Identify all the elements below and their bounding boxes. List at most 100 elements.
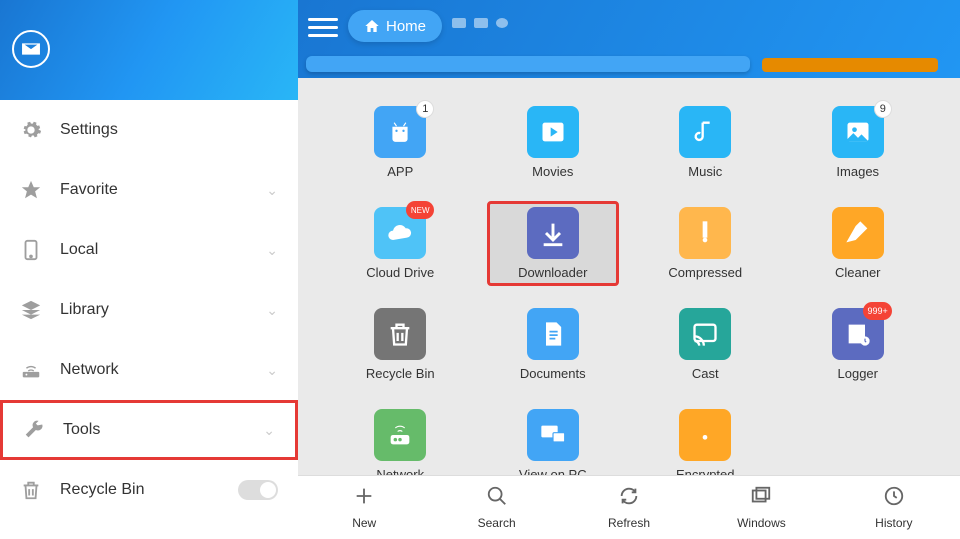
refresh-icon (618, 485, 640, 512)
lock-icon (679, 409, 731, 461)
grid-item-label: Cloud Drive (366, 265, 434, 280)
network-icon (20, 359, 42, 381)
broom-icon (832, 207, 884, 259)
sidebar-item-tools[interactable]: Tools ⌄ (0, 400, 298, 460)
layers-icon (20, 299, 42, 321)
doc-icon (527, 308, 579, 360)
sidebar-item-library[interactable]: Library ⌄ (0, 280, 298, 340)
bottom-search[interactable]: Search (430, 476, 562, 539)
windows-icon (750, 485, 772, 512)
pc-icon (527, 409, 579, 461)
sidebar-item-local[interactable]: Local ⌄ (0, 220, 298, 280)
download-icon (527, 207, 579, 259)
bottom-history[interactable]: History (828, 476, 960, 539)
grid-item-app[interactable]: 1 APP (334, 100, 467, 185)
play-icon (527, 106, 579, 158)
plus-icon (353, 485, 375, 512)
bottom-item-label: History (875, 516, 912, 530)
grid-item-recycle-bin[interactable]: Recycle Bin (334, 302, 467, 387)
grid-item-view-on-pc[interactable]: View on PC (487, 403, 620, 475)
toggle-switch[interactable] (238, 480, 278, 500)
sidebar-item-recycle-bin[interactable]: Recycle Bin (0, 460, 298, 520)
grid-item-label: View on PC (519, 467, 587, 475)
clock-icon (883, 485, 905, 512)
chevron-down-icon: ⌄ (266, 362, 278, 379)
grid-item-label: Cleaner (835, 265, 881, 280)
sidebar-item-label: Settings (60, 121, 278, 139)
home-label: Home (386, 18, 426, 35)
grid-item-network[interactable]: Network (334, 403, 467, 475)
mail-icon[interactable] (12, 30, 50, 68)
sidebar: Settings Favorite ⌄ Local ⌄ Library ⌄ Ne… (0, 0, 298, 539)
sidebar-header (0, 0, 298, 100)
cloud-icon: NEW (374, 207, 426, 259)
grid-item-encrypted[interactable]: Encrypted (639, 403, 772, 475)
bottom-windows[interactable]: Windows (695, 476, 827, 539)
grid-item-label: Movies (532, 164, 573, 179)
wrench-icon (23, 419, 45, 441)
sidebar-item-network[interactable]: Network ⌄ (0, 340, 298, 400)
grid-item-downloader[interactable]: Downloader (487, 201, 620, 286)
storage-bar (762, 58, 938, 72)
grid-item-label: Encrypted (676, 467, 735, 475)
grid-item-label: Cast (692, 366, 719, 381)
sidebar-item-label: Network (60, 361, 266, 379)
chevron-down-icon: ⌄ (266, 182, 278, 199)
sidebar-item-label: Favorite (60, 181, 266, 199)
bottom-new[interactable]: New (298, 476, 430, 539)
count-badge: 1 (416, 100, 434, 118)
grid-item-label: Music (688, 164, 722, 179)
grid-item-cloud-drive[interactable]: NEW Cloud Drive (334, 201, 467, 286)
sidebar-item-label: Tools (63, 421, 263, 439)
trash-icon (374, 308, 426, 360)
image-icon: 9 (832, 106, 884, 158)
phone-icon (20, 239, 42, 261)
trash-icon (20, 479, 42, 501)
search-icon (486, 485, 508, 512)
grid-item-images[interactable]: 9 Images (792, 100, 925, 185)
main-area: Home 1 APP Movies Music 9 Images NEW Clo… (298, 0, 960, 539)
chevron-down-icon: ⌄ (263, 422, 275, 439)
grid-item-label: Compressed (668, 265, 742, 280)
grid-item-label: Documents (520, 366, 586, 381)
grid-item-music[interactable]: Music (639, 100, 772, 185)
count-badge: 9 (874, 100, 892, 118)
menu-icon[interactable] (308, 12, 338, 42)
grid-item-logger[interactable]: 999+ Logger (792, 302, 925, 387)
grid-item-label: Recycle Bin (366, 366, 435, 381)
bottom-refresh[interactable]: Refresh (563, 476, 695, 539)
sidebar-item-label: Local (60, 241, 266, 259)
router-icon (374, 409, 426, 461)
zip-icon (679, 207, 731, 259)
count-badge: 999+ (863, 302, 891, 320)
chevron-down-icon: ⌄ (266, 302, 278, 319)
grid-area: 1 APP Movies Music 9 Images NEW Cloud Dr… (298, 78, 960, 475)
grid-item-cleaner[interactable]: Cleaner (792, 201, 925, 286)
grid-item-documents[interactable]: Documents (487, 302, 620, 387)
sidebar-item-favorite[interactable]: Favorite ⌄ (0, 160, 298, 220)
grid-item-label: Images (836, 164, 879, 179)
cast-icon (679, 308, 731, 360)
sidebar-item-label: Recycle Bin (60, 481, 238, 499)
breadcrumb-icons (452, 18, 508, 28)
topbar: Home (298, 0, 960, 78)
android-icon: 1 (374, 106, 426, 158)
grid-item-label: APP (387, 164, 413, 179)
star-icon (20, 179, 42, 201)
home-breadcrumb[interactable]: Home (348, 10, 442, 42)
music-icon (679, 106, 731, 158)
grid-item-label: Logger (838, 366, 878, 381)
grid-item-cast[interactable]: Cast (639, 302, 772, 387)
bottom-item-label: New (352, 516, 376, 530)
grid-item-label: Downloader (518, 265, 587, 280)
bottom-toolbar: New Search Refresh Windows History (298, 475, 960, 539)
bottom-item-label: Windows (737, 516, 786, 530)
grid-item-movies[interactable]: Movies (487, 100, 620, 185)
sidebar-item-label: Library (60, 301, 266, 319)
bottom-item-label: Search (478, 516, 516, 530)
log-icon: 999+ (832, 308, 884, 360)
new-badge: NEW (406, 201, 434, 219)
search-bar[interactable] (306, 56, 750, 72)
sidebar-item-settings[interactable]: Settings (0, 100, 298, 160)
grid-item-compressed[interactable]: Compressed (639, 201, 772, 286)
